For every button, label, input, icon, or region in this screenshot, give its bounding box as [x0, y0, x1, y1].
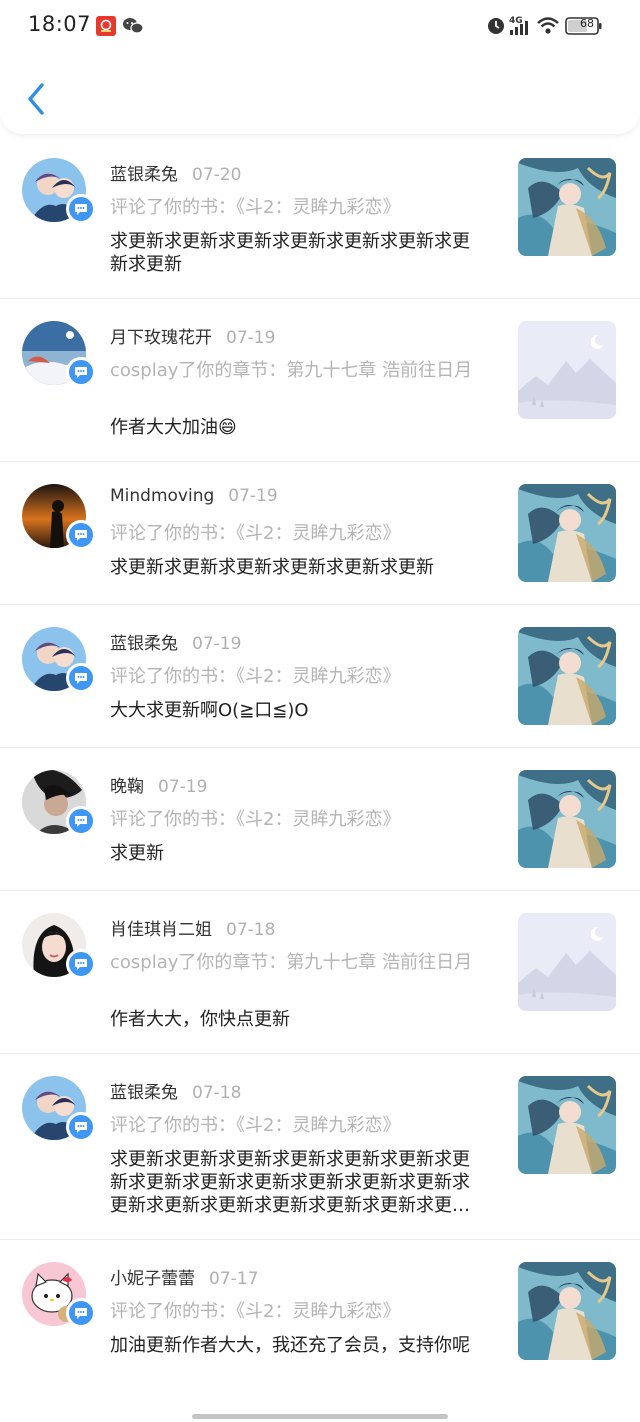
- user-name[interactable]: 蓝银柔兔: [110, 634, 178, 654]
- action-text: 评论了你的书：《斗2：灵眸九彩恋》: [110, 523, 401, 544]
- action-text: cosplay了你的章节：第九十七章 浩前往日月: [110, 360, 473, 381]
- home-indicator[interactable]: [192, 1414, 448, 1419]
- comment-text: 作者大大加油😄: [110, 417, 237, 438]
- comment-badge-icon: [66, 949, 96, 979]
- book-cover-icon[interactable]: [518, 158, 616, 256]
- comment-text: 大大求更新啊O(≧口≦)O: [110, 700, 309, 721]
- list-item[interactable]: 月下玫瑰花开 07-19 cosplay了你的章节：第九十七章 浩前往日月 作者大…: [0, 299, 640, 462]
- book-cover-icon[interactable]: [518, 770, 616, 868]
- notification-list: 蓝银柔兔 07-20 评论了你的书：《斗2：灵眸九彩恋》 求更新求更新求更新求更新…: [0, 136, 640, 1403]
- date: 07-19: [158, 777, 208, 797]
- back-chevron-icon[interactable]: [22, 80, 48, 118]
- list-item[interactable]: 蓝银柔兔 07-18 评论了你的书：《斗2：灵眸九彩恋》 求更新求更新求更新求更新…: [0, 1054, 640, 1240]
- comment-text: 加油更新作者大大，我还充了会员，支持你呢: [110, 1335, 470, 1356]
- date: 07-19: [226, 328, 276, 348]
- list-item[interactable]: 蓝银柔兔 07-19 评论了你的书：《斗2：灵眸九彩恋》 大大求更新啊O(≧口≦)…: [0, 605, 640, 748]
- top-header: 18:07 4G 68: [0, 0, 640, 134]
- signal-icon: 4G: [509, 16, 528, 35]
- date: 07-19: [192, 634, 242, 654]
- date: 07-20: [192, 165, 242, 185]
- user-name[interactable]: 肖佳琪肖二姐: [110, 920, 212, 940]
- battery-level: 68: [580, 17, 594, 30]
- action-text: 评论了你的书：《斗2：灵眸九彩恋》: [110, 1115, 401, 1136]
- status-time: 18:07: [28, 12, 92, 36]
- comment-badge-icon: [66, 194, 96, 224]
- name-row: 蓝银柔兔 07-18: [110, 1078, 241, 1103]
- name-row: Mindmoving 07-19: [110, 486, 278, 506]
- user-name[interactable]: 小妮子蕾蕾: [110, 1269, 195, 1289]
- red-app-icon: [96, 16, 116, 36]
- avatar[interactable]: [22, 484, 96, 550]
- avatar[interactable]: [22, 770, 96, 836]
- wechat-icon: [122, 16, 144, 36]
- book-cover-icon[interactable]: [518, 1076, 616, 1174]
- list-item[interactable]: 蓝银柔兔 07-20 评论了你的书：《斗2：灵眸九彩恋》 求更新求更新求更新求更新…: [0, 136, 640, 299]
- comment-badge-icon: [66, 1112, 96, 1142]
- comment-text: 作者大大，你快点更新: [110, 1009, 290, 1030]
- date: 07-17: [209, 1269, 259, 1289]
- comment-text: 求更新求更新求更新求更新求更新求更新求更新求更新求更新求更新求更新求更新求更新求…: [110, 1149, 470, 1216]
- list-item[interactable]: 肖佳琪肖二姐 07-18 cosplay了你的章节：第九十七章 浩前往日月 作者大…: [0, 891, 640, 1054]
- book-cover-icon[interactable]: [518, 1262, 616, 1360]
- action-text: 评论了你的书：《斗2：灵眸九彩恋》: [110, 809, 401, 830]
- user-name[interactable]: 蓝银柔兔: [110, 1083, 178, 1103]
- comment-badge-icon: [66, 1298, 96, 1328]
- comment-text: 求更新求更新求更新求更新求更新求更新求更新求更新: [110, 231, 470, 275]
- comment-badge-icon: [66, 663, 96, 693]
- avatar[interactable]: [22, 158, 96, 224]
- status-icons: 4G 68: [486, 14, 616, 38]
- comment-badge-icon: [66, 806, 96, 836]
- name-row: 月下玫瑰花开 07-19: [110, 323, 275, 348]
- action-text: cosplay了你的章节：第九十七章 浩前往日月: [110, 952, 473, 973]
- user-name[interactable]: 晚鞠: [110, 777, 144, 797]
- avatar[interactable]: [22, 627, 96, 693]
- alarm-icon: [488, 18, 504, 34]
- name-row: 晚鞠 07-19: [110, 772, 207, 797]
- placeholder-cover-icon[interactable]: [518, 321, 616, 419]
- book-cover-icon[interactable]: [518, 484, 616, 582]
- user-name[interactable]: 蓝银柔兔: [110, 165, 178, 185]
- comment-badge-icon: [66, 357, 96, 387]
- date: 07-19: [228, 486, 278, 506]
- user-name[interactable]: Mindmoving: [110, 486, 214, 506]
- list-item[interactable]: 小妮子蕾蕾 07-17 评论了你的书：《斗2：灵眸九彩恋》 加油更新作者大大，我还…: [0, 1240, 640, 1403]
- name-row: 肖佳琪肖二姐 07-18: [110, 915, 275, 940]
- name-row: 蓝银柔兔 07-20: [110, 160, 241, 185]
- date: 07-18: [226, 920, 276, 940]
- comment-text: 求更新求更新求更新求更新求更新求更新: [110, 557, 434, 578]
- action-text: 评论了你的书：《斗2：灵眸九彩恋》: [110, 1301, 401, 1322]
- list-item[interactable]: Mindmoving 07-19 评论了你的书：《斗2：灵眸九彩恋》 求更新求更新…: [0, 462, 640, 605]
- name-row: 小妮子蕾蕾 07-17: [110, 1264, 258, 1289]
- action-text: 评论了你的书：《斗2：灵眸九彩恋》: [110, 197, 401, 218]
- comment-badge-icon: [66, 520, 96, 550]
- wifi-icon: [537, 17, 559, 34]
- placeholder-cover-icon[interactable]: [518, 913, 616, 1011]
- name-row: 蓝银柔兔 07-19: [110, 629, 241, 654]
- list-item[interactable]: 晚鞠 07-19 评论了你的书：《斗2：灵眸九彩恋》 求更新: [0, 748, 640, 891]
- status-bar: 18:07 4G 68: [0, 0, 640, 52]
- date: 07-18: [192, 1083, 242, 1103]
- avatar[interactable]: [22, 913, 96, 979]
- avatar[interactable]: [22, 321, 96, 387]
- book-cover-icon[interactable]: [518, 627, 616, 725]
- user-name[interactable]: 月下玫瑰花开: [110, 328, 212, 348]
- avatar[interactable]: [22, 1076, 96, 1142]
- avatar[interactable]: [22, 1262, 96, 1328]
- action-text: 评论了你的书：《斗2：灵眸九彩恋》: [110, 666, 401, 687]
- comment-text: 求更新: [110, 843, 164, 864]
